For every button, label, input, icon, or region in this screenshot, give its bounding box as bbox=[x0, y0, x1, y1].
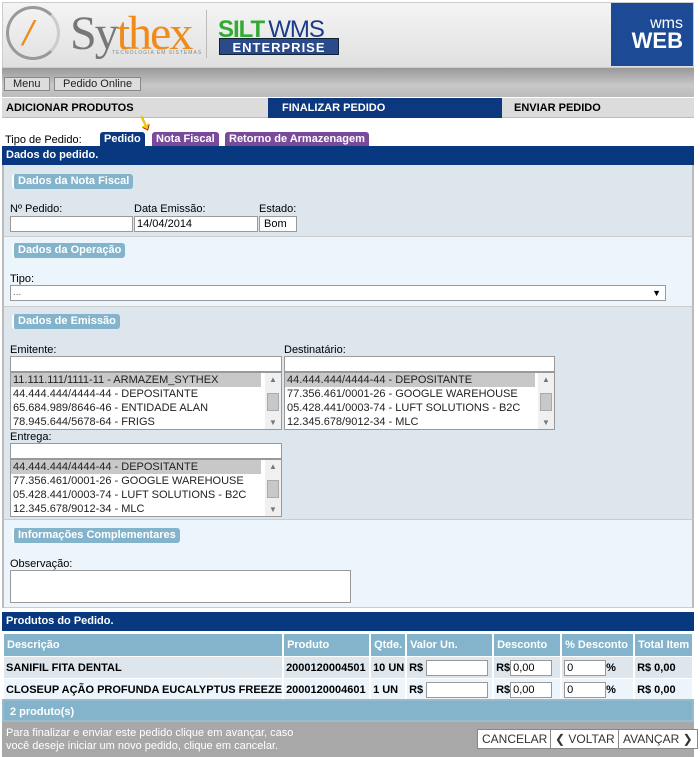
cell-total: R$ 0,00 bbox=[635, 679, 692, 700]
list-item[interactable]: 44.444.444/4444-44 - DEPOSITANTE bbox=[285, 373, 535, 387]
valor-input[interactable] bbox=[426, 659, 489, 676]
pedido-label: Nº Pedido: bbox=[10, 203, 63, 215]
pedido-input[interactable] bbox=[10, 216, 133, 232]
table-row: CLOSEUP AÇÃO PROFUNDA EUCALYPTUS FREEZE … bbox=[4, 679, 692, 700]
col-desconto: Desconto bbox=[494, 634, 561, 656]
emitente-list[interactable]: 11.111.111/1111-11 - ARMAZEM_SYTHEX 44.44… bbox=[10, 372, 282, 430]
table-header: Descrição Produto Qtde. Valor Un. Descon… bbox=[4, 634, 692, 656]
cell-descricao: CLOSEUP AÇÃO PROFUNDA EUCALYPTUS FREEZE bbox=[4, 679, 283, 700]
pct-desconto-input[interactable] bbox=[564, 681, 607, 698]
list-item[interactable]: 44.444.444/4444-44 - DEPOSITANTE bbox=[11, 460, 261, 474]
footer-hint: Para finalizar e enviar este pedido cliq… bbox=[6, 727, 294, 752]
col-pct-desconto: % Desconto bbox=[562, 634, 634, 656]
cell-produto: 2000120004501 bbox=[284, 657, 370, 678]
emitente-label: Emitente: bbox=[10, 344, 57, 356]
list-item[interactable]: 44.444.444/4444-44 - DEPOSITANTE bbox=[11, 387, 261, 401]
logo-tagline: TECNOLOGIA EM SISTEMAS bbox=[112, 50, 203, 56]
section-complementares: Informações Complementares Observação: bbox=[2, 520, 694, 608]
list-item[interactable]: 05.428.441/0003-74 - LUFT SOLUTIONS - B2… bbox=[11, 488, 261, 502]
data-emissao-label: Data Emissão: bbox=[134, 203, 206, 215]
wizard-steps: ADICIONAR PRODUTOS FINALIZAR PEDIDO ENVI… bbox=[2, 98, 694, 118]
cell-qtde: 1 UN bbox=[371, 679, 406, 700]
produtos-bar: Produtos do Pedido. bbox=[2, 612, 694, 631]
cell-valor: R$ bbox=[407, 679, 493, 700]
cell-produto: 2000120004601 bbox=[284, 679, 370, 700]
col-qtde: Qtde. bbox=[371, 634, 406, 656]
chevron-left-icon: ❮ bbox=[555, 732, 569, 746]
tipo-select[interactable]: ... ▼ bbox=[10, 285, 666, 301]
col-valor: Valor Un. bbox=[407, 634, 493, 656]
dropdown-arrow-icon: ▼ bbox=[652, 288, 661, 298]
produtos-count: 2 produto(s) bbox=[2, 699, 694, 722]
destinatario-list[interactable]: 44.444.444/4444-44 - DEPOSITANTE 77.356.4… bbox=[284, 372, 555, 430]
scrollbar[interactable]: ▲ ▼ bbox=[538, 373, 554, 429]
list-item[interactable]: 12.345.678/9012-34 - MLC bbox=[11, 502, 261, 516]
valor-input[interactable] bbox=[426, 681, 489, 698]
step-finalizar-pedido: FINALIZAR PEDIDO bbox=[268, 98, 502, 118]
section-emissao: Dados de Emissão Emitente: 11.111.111/11… bbox=[2, 307, 694, 520]
produtos-table: Descrição Produto Qtde. Valor Un. Descon… bbox=[2, 633, 694, 701]
next-button[interactable]: AVANÇAR ❯ bbox=[618, 729, 698, 749]
scrollbar[interactable]: ▲ ▼ bbox=[265, 373, 281, 429]
list-item[interactable]: 77.356.461/0001-26 - GOOGLE WAREHOUSE bbox=[285, 387, 535, 401]
legend-complementares: Informações Complementares bbox=[12, 528, 180, 543]
cell-total: R$ 0,00 bbox=[635, 657, 692, 678]
cell-pct: % bbox=[562, 657, 634, 678]
wms-web-badge: wms WEB bbox=[611, 3, 693, 66]
observacao-textarea[interactable] bbox=[10, 570, 351, 603]
legend-nota-fiscal: Dados da Nota Fiscal bbox=[12, 174, 134, 189]
breadcrumb: Menu Pedido Online bbox=[2, 68, 694, 97]
cell-pct: % bbox=[562, 679, 634, 700]
breadcrumb-menu[interactable]: Menu bbox=[4, 77, 50, 91]
list-item[interactable]: 12.345.678/9012-34 - MLC bbox=[285, 415, 535, 429]
list-item[interactable]: 05.428.441/0003-74 - LUFT SOLUTIONS - B2… bbox=[285, 401, 535, 415]
data-emissao-input[interactable]: 14/04/2014 bbox=[134, 216, 258, 232]
cell-desconto: R$ bbox=[494, 679, 561, 700]
col-total: Total Item bbox=[635, 634, 692, 656]
tipo-pedido-label: Tipo de Pedido: bbox=[5, 134, 82, 146]
chevron-right-icon: ❯ bbox=[679, 732, 693, 746]
sythex-logo-icon: / bbox=[6, 6, 60, 60]
estado-value: Bom bbox=[259, 216, 297, 232]
table-row: SANIFIL FITA DENTAL 2000120004501 10 UN … bbox=[4, 657, 692, 678]
list-item[interactable]: 77.356.461/0001-26 - GOOGLE WAREHOUSE bbox=[11, 474, 261, 488]
entrega-label: Entrega: bbox=[10, 431, 52, 443]
col-descricao: Descrição bbox=[4, 634, 283, 656]
tab-nota-fiscal[interactable]: Nota Fiscal bbox=[152, 132, 219, 146]
list-item[interactable]: 78.945.644/5678-64 - FRIGS bbox=[11, 415, 261, 429]
observacao-label: Observação: bbox=[10, 558, 73, 570]
desconto-input[interactable] bbox=[510, 681, 553, 698]
back-button[interactable]: ❮ VOLTAR bbox=[550, 729, 620, 749]
cell-valor: R$ bbox=[407, 657, 493, 678]
destinatario-filter[interactable] bbox=[284, 356, 555, 372]
cell-desconto: R$ bbox=[494, 657, 561, 678]
destinatario-label: Destinatário: bbox=[284, 344, 346, 356]
enterprise-badge: ENTERPRISE bbox=[219, 38, 339, 55]
cell-descricao: SANIFIL FITA DENTAL bbox=[4, 657, 283, 678]
list-item[interactable]: 65.684.989/8646-46 - ENTIDADE ALAN bbox=[11, 401, 261, 415]
entrega-list[interactable]: 44.444.444/4444-44 - DEPOSITANTE 77.356.4… bbox=[10, 459, 282, 517]
tipo-label: Tipo: bbox=[10, 273, 35, 285]
breadcrumb-pedido-online[interactable]: Pedido Online bbox=[54, 77, 142, 91]
emitente-filter[interactable] bbox=[10, 356, 282, 372]
step-enviar-pedido: ENVIAR PEDIDO bbox=[514, 102, 601, 114]
section-nota-fiscal: Dados da Nota Fiscal Nº Pedido: Data Emi… bbox=[2, 165, 694, 237]
divider bbox=[206, 10, 207, 58]
legend-emissao: Dados de Emissão bbox=[12, 314, 120, 329]
tab-pedido[interactable]: Pedido bbox=[100, 132, 145, 146]
cancel-button[interactable]: CANCELAR bbox=[477, 729, 553, 749]
pct-desconto-input[interactable] bbox=[564, 659, 607, 676]
list-item[interactable]: 11.111.111/1111-11 - ARMAZEM_SYTHEX bbox=[11, 373, 261, 387]
desconto-input[interactable] bbox=[510, 659, 553, 676]
dados-pedido-bar: Dados do pedido. bbox=[2, 146, 694, 165]
estado-label: Estado: bbox=[259, 203, 297, 215]
section-operacao: Dados da Operação Tipo: ... ▼ bbox=[2, 237, 694, 307]
cell-qtde: 10 UN bbox=[371, 657, 406, 678]
entrega-filter[interactable] bbox=[10, 443, 282, 459]
legend-operacao: Dados da Operação bbox=[12, 243, 126, 258]
tab-retorno-armazenagem[interactable]: Retorno de Armazenagem bbox=[225, 132, 369, 146]
col-produto: Produto bbox=[284, 634, 370, 656]
step-adicionar-produtos: ADICIONAR PRODUTOS bbox=[6, 102, 134, 114]
scrollbar[interactable]: ▲ ▼ bbox=[265, 460, 281, 516]
